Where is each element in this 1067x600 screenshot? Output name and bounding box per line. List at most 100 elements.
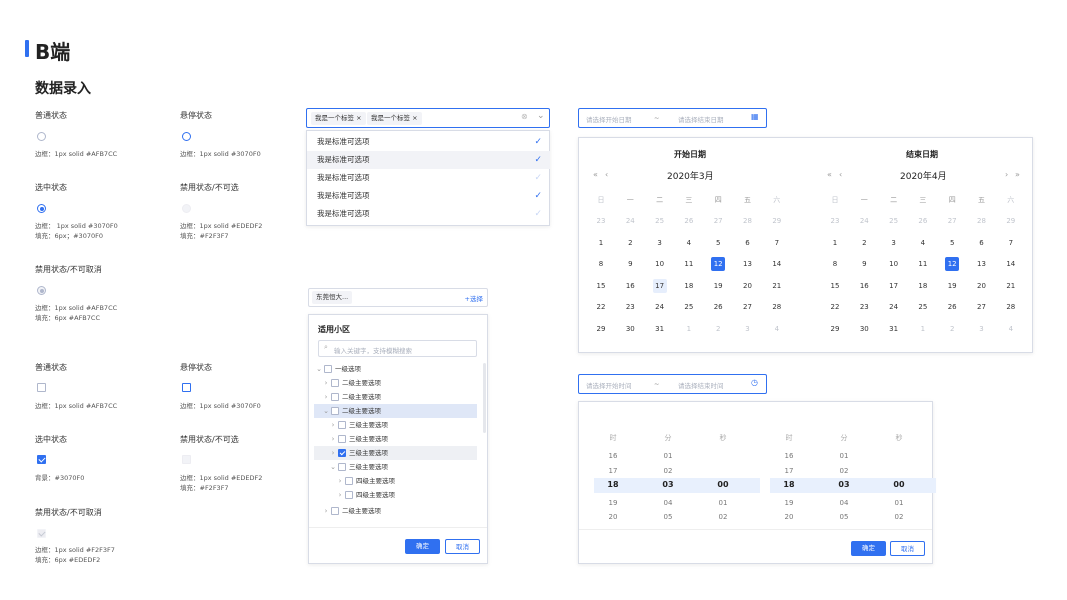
calendar-day[interactable]: 17	[887, 279, 901, 293]
calendar-day[interactable]: 28	[770, 300, 784, 314]
dropdown-option[interactable]: 我是标准可选项 ✓	[307, 205, 550, 223]
calendar-day[interactable]: 2	[857, 236, 871, 250]
calendar-day[interactable]: 7	[1004, 236, 1018, 250]
chevron-right-icon[interactable]: ›	[321, 376, 331, 390]
calendar-day[interactable]: 3	[975, 322, 989, 336]
time-option[interactable]: 00	[708, 480, 738, 489]
time-option[interactable]: 01	[708, 499, 738, 507]
chevron-right-icon[interactable]: ›	[328, 432, 338, 446]
calendar-day[interactable]: 22	[594, 300, 608, 314]
chevron-right-icon[interactable]: ›	[328, 418, 338, 432]
tree-node[interactable]: › 三级主要选项	[314, 418, 477, 432]
calendar-day[interactable]: 2	[945, 322, 959, 336]
calendar-day[interactable]: 8	[594, 257, 608, 271]
calendar-day[interactable]: 3	[653, 236, 667, 250]
tree-node[interactable]: ⌄ 三级主要选项	[314, 460, 477, 474]
calendar-day[interactable]: 20	[975, 279, 989, 293]
calendar-day[interactable]: 6	[975, 236, 989, 250]
calendar-day[interactable]: 29	[828, 322, 842, 336]
calendar-day[interactable]: 20	[741, 279, 755, 293]
calendar-day[interactable]: 14	[1004, 257, 1018, 271]
chevron-right-icon[interactable]: ›	[321, 504, 331, 518]
calendar-day[interactable]: 18	[682, 279, 696, 293]
time-option[interactable]: 04	[653, 499, 683, 507]
time-option[interactable]: 17	[774, 467, 804, 475]
time-option[interactable]: 00	[884, 480, 914, 489]
calendar-day[interactable]: 6	[741, 236, 755, 250]
chevron-right-icon[interactable]: ›	[335, 488, 345, 502]
calendar-day[interactable]: 4	[916, 236, 930, 250]
prev-year-icon[interactable]: «	[827, 170, 832, 179]
calendar-day[interactable]: 10	[887, 257, 901, 271]
date-range-input[interactable]: 请选择开始日期 ~ 请选择结束日期 ▦	[578, 108, 767, 128]
calendar-day[interactable]: 26	[916, 214, 930, 228]
calendar-day[interactable]: 22	[828, 300, 842, 314]
calendar-day[interactable]: 11	[916, 257, 930, 271]
calendar-day[interactable]: 31	[653, 322, 667, 336]
calendar-day[interactable]: 2	[623, 236, 637, 250]
time-option[interactable]: 17	[598, 467, 628, 475]
calendar-day[interactable]: 28	[1004, 300, 1018, 314]
calendar-day[interactable]: 5	[711, 236, 725, 250]
prev-year-icon[interactable]: «	[593, 170, 598, 179]
calendar-day[interactable]: 2	[711, 322, 725, 336]
calendar-day[interactable]: 24	[857, 214, 871, 228]
time-option[interactable]: 02	[884, 513, 914, 521]
prev-month-icon[interactable]: ‹	[839, 170, 842, 179]
time-option[interactable]: 04	[829, 499, 859, 507]
calendar-day[interactable]: 24	[653, 300, 667, 314]
calendar-day[interactable]: 4	[1004, 322, 1018, 336]
calendar-day[interactable]: 28	[741, 214, 755, 228]
chevron-down-icon[interactable]: ⌄	[328, 460, 338, 474]
tree-node[interactable]: ⌄ 二级主要选项	[314, 404, 477, 418]
time-option[interactable]: 03	[653, 480, 683, 489]
tree-select-input[interactable]: 东莞恒大... +选择	[308, 288, 488, 307]
calendar-day[interactable]: 1	[828, 236, 842, 250]
calendar-day[interactable]: 25	[916, 300, 930, 314]
tree-checkbox[interactable]	[331, 379, 339, 387]
calendar-day[interactable]: 26	[711, 300, 725, 314]
time-option[interactable]: 16	[774, 452, 804, 460]
calendar-day[interactable]: 29	[770, 214, 784, 228]
time-option[interactable]: 01	[829, 452, 859, 460]
calendar-day[interactable]: 25	[653, 214, 667, 228]
chevron-down-icon[interactable]: ⌄	[314, 362, 324, 376]
time-option[interactable]: 02	[653, 467, 683, 475]
calendar-day[interactable]: 16	[623, 279, 637, 293]
calendar-day[interactable]: 14	[770, 257, 784, 271]
calendar-day[interactable]: 16	[857, 279, 871, 293]
tree-node[interactable]: › 四级主要选项	[314, 488, 477, 502]
cancel-button[interactable]: 取消	[890, 541, 925, 556]
calendar-day[interactable]: 31	[887, 322, 901, 336]
radio-checked[interactable]	[37, 204, 46, 213]
calendar-day[interactable]: 10	[653, 257, 667, 271]
calendar-day[interactable]: 23	[828, 214, 842, 228]
calendar-day[interactable]: 19	[945, 279, 959, 293]
time-option[interactable]: 20	[598, 513, 628, 521]
calendar-day[interactable]: 3	[741, 322, 755, 336]
calendar-day[interactable]: 25	[887, 214, 901, 228]
calendar-day[interactable]: 29	[1004, 214, 1018, 228]
chevron-down-icon[interactable]: ⌄	[537, 111, 545, 121]
calendar-day[interactable]: 23	[623, 300, 637, 314]
tree-node[interactable]: › 二级主要选项	[314, 390, 477, 404]
tree-node[interactable]: › 三级主要选项	[314, 432, 477, 446]
tree-node[interactable]: › 三级主要选项	[314, 446, 477, 460]
time-range-input[interactable]: 请选择开始时间 ~ 请选择结束时间 ◷	[578, 374, 767, 394]
calendar-day[interactable]: 21	[770, 279, 784, 293]
calendar-day[interactable]: 17	[652, 278, 667, 293]
calendar-day[interactable]: 26	[945, 300, 959, 314]
calendar-day[interactable]: 3	[887, 236, 901, 250]
time-option[interactable]: 05	[829, 513, 859, 521]
clock-icon[interactable]: ◷	[751, 378, 758, 387]
tree-node[interactable]: › 二级主要选项	[314, 376, 477, 390]
calendar-icon[interactable]: ▦	[751, 112, 759, 121]
calendar-day[interactable]: 23	[857, 300, 871, 314]
cancel-button[interactable]: 取消	[445, 539, 480, 554]
time-option[interactable]: 02	[829, 467, 859, 475]
calendar-day[interactable]: 12	[945, 257, 960, 271]
prev-month-icon[interactable]: ‹	[605, 170, 608, 179]
calendar-day[interactable]: 11	[682, 257, 696, 271]
chevron-right-icon[interactable]: ›	[335, 474, 345, 488]
calendar-day[interactable]: 1	[682, 322, 696, 336]
